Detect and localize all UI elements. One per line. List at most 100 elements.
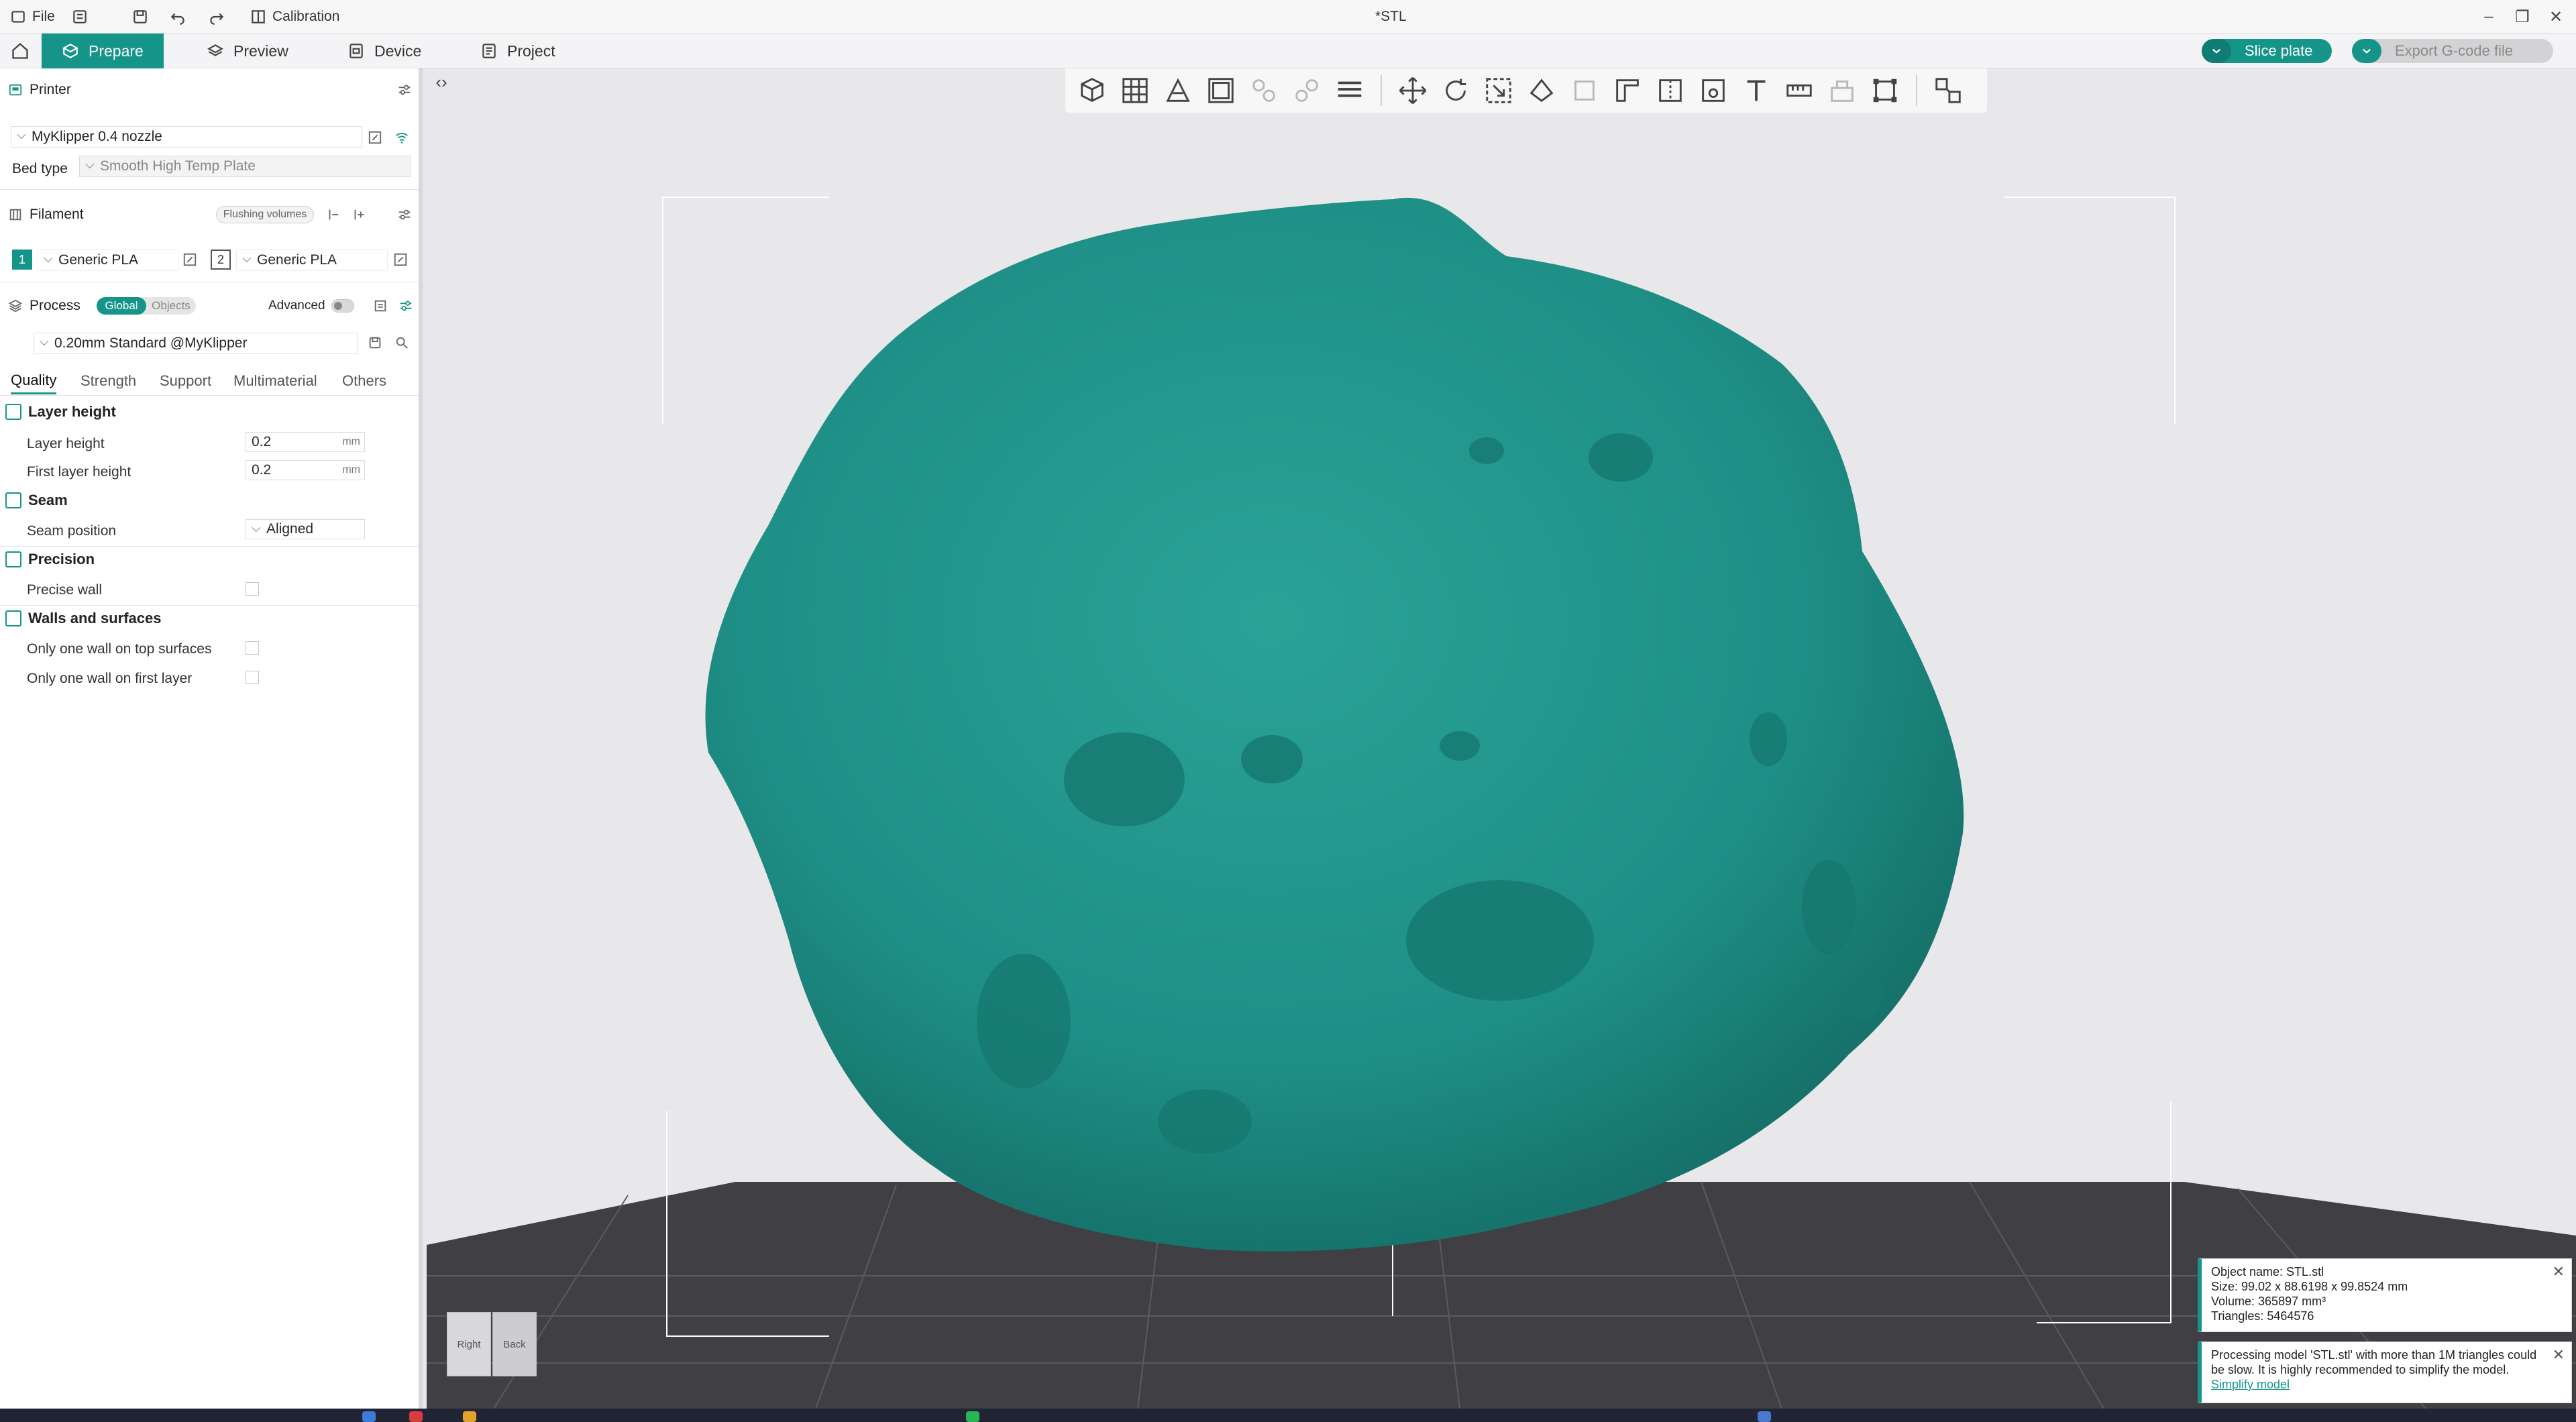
advanced-switch[interactable] [331, 299, 354, 313]
seam-position-select[interactable]: Aligned [246, 519, 365, 539]
export-dropdown-icon[interactable] [2352, 39, 2381, 63]
group-walls-title: Walls and surfaces [28, 610, 162, 626]
precise-wall-checkbox[interactable] [246, 582, 259, 596]
move-icon[interactable] [1394, 72, 1432, 109]
scale-icon[interactable] [1480, 72, 1517, 109]
tab-device[interactable]: Device [327, 34, 441, 68]
undo-icon[interactable] [169, 0, 186, 34]
global-toggle[interactable]: Global [97, 297, 146, 315]
printer-select[interactable]: MyKlipper 0.4 nozzle [11, 126, 362, 148]
save-icon[interactable] [131, 0, 149, 34]
tab-device-label: Device [374, 42, 422, 60]
printer-icon [8, 83, 23, 97]
view-cube[interactable]: Right Back [447, 1312, 537, 1376]
lay-on-face-icon[interactable] [1523, 72, 1560, 109]
taskbar-app-icon[interactable] [966, 1411, 979, 1422]
filament-slot-1-select[interactable]: Generic PLA [38, 250, 178, 271]
slice-plate-button[interactable]: Slice plate [2202, 39, 2332, 63]
calibration-menu[interactable]: Calibration [250, 0, 339, 34]
seam-paint-icon[interactable] [1652, 72, 1689, 109]
process-preset-select[interactable]: 0.20mm Standard @MyKlipper [34, 333, 358, 354]
measure-icon[interactable] [1780, 72, 1818, 109]
collapse-sidebar-icon[interactable]: ‹› [427, 70, 456, 94]
bed-type-select[interactable]: Smooth High Temp Plate [79, 156, 411, 177]
color-paint-icon[interactable] [1695, 72, 1732, 109]
add-filament-icon[interactable] [352, 207, 366, 222]
auto-orient-icon[interactable] [1159, 72, 1197, 109]
add-object-icon[interactable] [1073, 72, 1111, 109]
text-icon[interactable] [1737, 72, 1775, 109]
precision-icon [5, 551, 21, 567]
tab-project-label: Project [507, 42, 555, 60]
save-preset-icon[interactable] [368, 335, 382, 350]
object-volume: Volume: 365897 mm³ [2211, 1295, 2326, 1308]
split-objects-icon[interactable] [1245, 72, 1283, 109]
printer-edit-icon[interactable] [368, 130, 382, 145]
arrange-icon[interactable] [1202, 72, 1240, 109]
group-layer-height: Layer height [0, 398, 116, 425]
tab-support[interactable]: Support [160, 368, 211, 394]
layer-height-unit: mm [342, 436, 360, 447]
tab-multimaterial[interactable]: Multimaterial [233, 368, 317, 394]
add-plate-icon[interactable] [1116, 72, 1154, 109]
close-window-icon[interactable]: ✕ [2541, 0, 2571, 34]
home-icon[interactable] [0, 34, 40, 68]
filament-2-edit-icon[interactable] [393, 252, 408, 267]
filament-settings-icon[interactable] [397, 207, 412, 222]
filament-slot-2-badge[interactable]: 2 [211, 250, 231, 270]
tab-quality[interactable]: Quality [11, 368, 57, 394]
seam-position-label: Seam position [27, 523, 117, 539]
tab-prepare[interactable]: Prepare [42, 34, 164, 68]
one-wall-top-checkbox[interactable] [246, 641, 259, 655]
one-wall-first-checkbox[interactable] [246, 671, 259, 684]
file-menu[interactable]: File [9, 0, 55, 34]
taskbar-app-icon[interactable] [463, 1411, 476, 1422]
tab-project[interactable]: Project [460, 34, 576, 68]
search-settings-icon[interactable] [394, 335, 409, 350]
layer-height-input[interactable]: 0.2 mm [246, 432, 365, 452]
filament-slot-1-name: Generic PLA [58, 252, 139, 268]
restore-icon[interactable]: ❐ [2508, 0, 2537, 34]
support-paint-icon[interactable] [1609, 72, 1646, 109]
flushing-volumes-button[interactable]: Flushing volumes [216, 206, 314, 223]
slice-plate-label: Slice plate [2245, 42, 2313, 59]
taskbar-app-icon[interactable] [409, 1411, 423, 1422]
object-size: Size: 99.02 x 88.6198 x 99.8524 mm [2211, 1280, 2408, 1293]
printer-settings-icon[interactable] [397, 83, 412, 97]
redo-icon[interactable] [208, 0, 225, 34]
processing-notice-text: Processing model 'STL.stl' with more tha… [2211, 1348, 2537, 1376]
explode-icon[interactable] [1929, 72, 1967, 109]
view-cube-back[interactable]: Back [492, 1312, 537, 1376]
rotate-icon[interactable] [1437, 72, 1474, 109]
simplify-model-link[interactable]: Simplify model [2211, 1378, 2290, 1391]
printer-wifi-icon[interactable] [394, 130, 409, 145]
tab-preview[interactable]: Preview [186, 34, 309, 68]
filament-slot-2-select[interactable]: Generic PLA [236, 250, 388, 271]
layers-icon[interactable] [1331, 72, 1368, 109]
process-compare-icon[interactable] [373, 298, 388, 313]
taskbar-app-icon[interactable] [362, 1411, 376, 1422]
first-layer-height-input[interactable]: 0.2 mm [246, 460, 365, 480]
export-gcode-button[interactable]: Export G-code file [2352, 39, 2553, 63]
objects-toggle[interactable]: Objects [146, 297, 196, 315]
close-notice-icon[interactable]: ✕ [2553, 1348, 2565, 1362]
taskbar-app-icon[interactable] [1758, 1411, 1771, 1422]
cut-icon[interactable] [1566, 72, 1603, 109]
menu-icon[interactable] [71, 0, 89, 34]
filament-slot-1-badge[interactable]: 1 [12, 250, 32, 270]
bounding-box-icon[interactable] [1866, 72, 1904, 109]
remove-filament-icon[interactable] [326, 207, 341, 222]
tab-others[interactable]: Others [342, 368, 386, 394]
filament-1-edit-icon[interactable] [182, 252, 197, 267]
slice-dropdown-icon[interactable] [2202, 39, 2231, 63]
split-parts-icon[interactable] [1288, 72, 1326, 109]
minimize-icon[interactable]: – [2474, 0, 2504, 34]
printer-section-label: Printer [30, 82, 71, 97]
assembly-icon[interactable] [1823, 72, 1861, 109]
process-settings-icon[interactable] [398, 298, 413, 313]
view-cube-right[interactable]: Right [447, 1312, 491, 1376]
tab-strength[interactable]: Strength [80, 368, 136, 394]
close-info-icon[interactable]: ✕ [2553, 1264, 2565, 1279]
3d-viewport[interactable] [427, 68, 2576, 1409]
global-objects-toggle[interactable]: Global Objects [97, 297, 196, 315]
